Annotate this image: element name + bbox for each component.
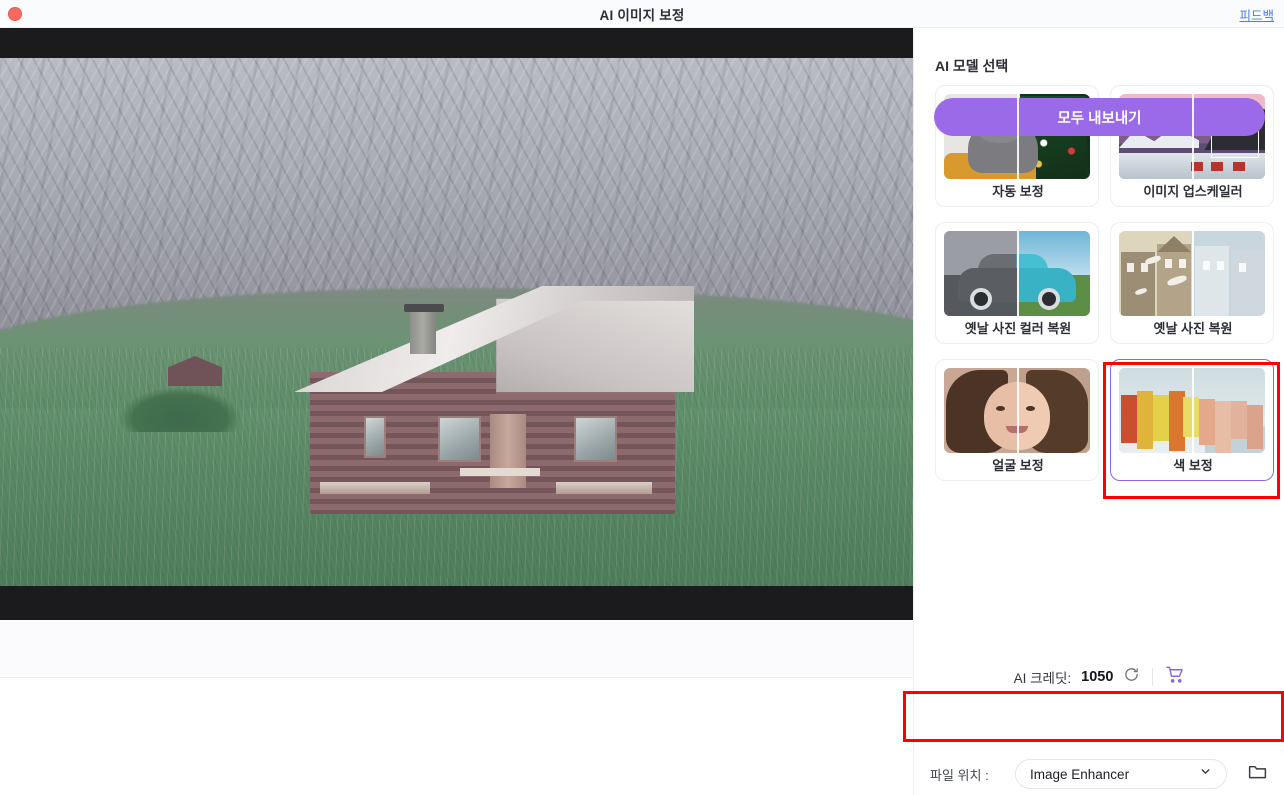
- file-location-row: 파일 위치 : Image Enhancer: [914, 754, 1284, 794]
- title-bar: AI 이미지 보정 피드백: [0, 0, 1284, 28]
- feedback-link[interactable]: 피드백: [1239, 5, 1274, 24]
- right-panel: AI 모델 선택 자동 보정 이미지 업스케일러 옛날 사진 컬러 복원 옛날 …: [913, 28, 1284, 795]
- credits-label: AI 크레딧:: [1013, 671, 1072, 686]
- model-card-color-enhance[interactable]: 색 보정: [1110, 359, 1274, 481]
- model-label-face-enhance: 얼굴 보정: [992, 458, 1044, 473]
- model-label-old-photo-restore: 옛날 사진 복원: [1153, 321, 1233, 336]
- model-label-color-enhance: 색 보정: [1173, 458, 1213, 473]
- file-location-value: Image Enhancer: [1030, 766, 1130, 782]
- canvas-toolbar: 미리보기 모두 삭제: [0, 620, 913, 678]
- model-thumbnail-face-enhance: [944, 368, 1090, 453]
- model-grid: 자동 보정 8k 2k 이미지 업스케일러: [935, 85, 1274, 488]
- model-label-auto-enhance: 자동 보정: [992, 184, 1044, 199]
- credits-value: 1050: [1081, 669, 1114, 685]
- file-location-label: 파일 위치 :: [930, 767, 989, 783]
- file-location-select[interactable]: Image Enhancer: [1015, 759, 1227, 789]
- divider: [1152, 668, 1154, 686]
- model-thumbnail-color-enhance: [1119, 368, 1265, 453]
- filmstrip: [0, 678, 913, 795]
- bush: [120, 388, 240, 432]
- export-all-button[interactable]: 모두 내보내기: [934, 98, 1265, 136]
- shopping-cart-icon[interactable]: [1165, 665, 1185, 689]
- model-label-old-photo-colorize: 옛날 사진 컬러 복원: [964, 321, 1072, 336]
- app-window: AI 이미지 보정 피드백 AI 모델 선택 자동 보정 이미지 업스케일러 옛…: [0, 0, 1284, 795]
- preview-photo: [0, 58, 913, 586]
- model-label-image-upscaler: 이미지 업스케일러: [1143, 184, 1243, 199]
- image-canvas[interactable]: [0, 28, 913, 620]
- model-section-title: AI 모델 선택: [935, 58, 1009, 74]
- model-thumbnail-old-photo-restore: [1119, 231, 1265, 316]
- model-thumbnail-old-photo-colorize: [944, 231, 1090, 316]
- model-card-old-photo-colorize[interactable]: 옛날 사진 컬러 복원: [935, 222, 1099, 344]
- log-cabin: [294, 286, 694, 526]
- refresh-icon[interactable]: [1123, 666, 1140, 688]
- model-card-face-enhance[interactable]: 얼굴 보정: [935, 359, 1099, 481]
- credits-row: AI 크레딧: 1050: [914, 648, 1284, 706]
- page-title: AI 이미지 보정: [599, 8, 685, 23]
- chevron-down-icon: [1199, 765, 1212, 783]
- model-card-old-photo-restore[interactable]: 옛날 사진 복원: [1110, 222, 1274, 344]
- folder-icon[interactable]: [1246, 761, 1269, 787]
